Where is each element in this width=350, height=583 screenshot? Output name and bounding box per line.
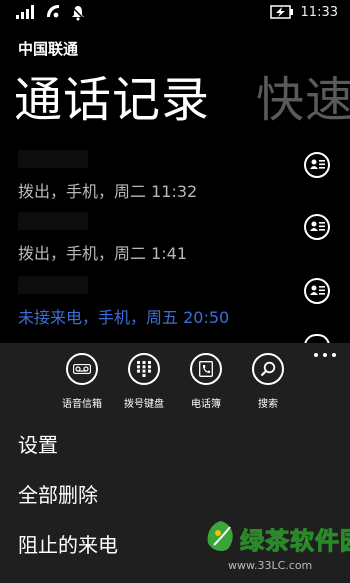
keypad-label: 拨号键盘 [124,399,164,410]
carrier-title: 中国联通 [18,40,79,58]
search-label: 搜索 [258,399,278,410]
call-info[interactable]: 拨出，手机，周二 1:41 [18,240,187,264]
more-options-icon[interactable] [314,351,336,359]
call-contact-name[interactable] [18,150,88,168]
voicemail-label: 语音信箱 [62,399,102,410]
search-button[interactable]: 搜索 [238,353,298,410]
contact-card-icon [310,285,325,295]
phonebook-button[interactable]: 电话簿 [176,353,236,410]
contact-card-button[interactable] [304,152,330,178]
call-info[interactable]: 拨出，手机，周二 11:32 [18,178,197,202]
leaf-logo-icon [207,521,233,551]
contact-card-button[interactable] [304,214,330,240]
pivot-header: 通话记录 快速 [14,60,350,130]
pivot-tab-call-history[interactable]: 通话记录 [14,72,210,128]
contact-card-icon [310,221,325,231]
menu-item-delete-all[interactable]: 全部删除 [18,479,98,508]
phone-screen: 11:33 中国联通 通话记录 快速 拨出，手机，周二 11:32 拨出，手机，… [0,0,350,583]
signal-icon [16,5,34,19]
contact-card-icon [310,159,325,169]
call-contact-name[interactable] [18,276,88,294]
pivot-tab-speed-dial[interactable]: 快速 [256,60,350,130]
clock-time: 11:33 [300,5,338,20]
call-contact-name[interactable] [18,212,88,230]
phonebook-icon [199,361,213,377]
status-bar: 11:33 [0,0,350,28]
voicemail-icon [73,364,91,374]
menu-item-blocked-calls[interactable]: 阻止的来电 [18,529,118,558]
keypad-icon [137,361,151,377]
menu-item-settings[interactable]: 设置 [18,429,58,458]
phonebook-label: 电话簿 [191,399,221,410]
wifi-icon [47,5,59,18]
call-info-missed[interactable]: 未接来电，手机，周五 20:50 [18,304,229,328]
search-icon [260,361,276,377]
watermark: 绿茶软件园 www.33LC.com [200,517,350,583]
battery-icon [270,5,293,19]
vibrate-icon [70,5,86,21]
watermark-text: 绿茶软件园 [240,527,350,556]
voicemail-button[interactable]: 语音信箱 [52,353,112,410]
watermark-url: www.33LC.com [228,559,313,572]
contact-card-button[interactable] [304,278,330,304]
keypad-button[interactable]: 拨号键盘 [114,353,174,410]
